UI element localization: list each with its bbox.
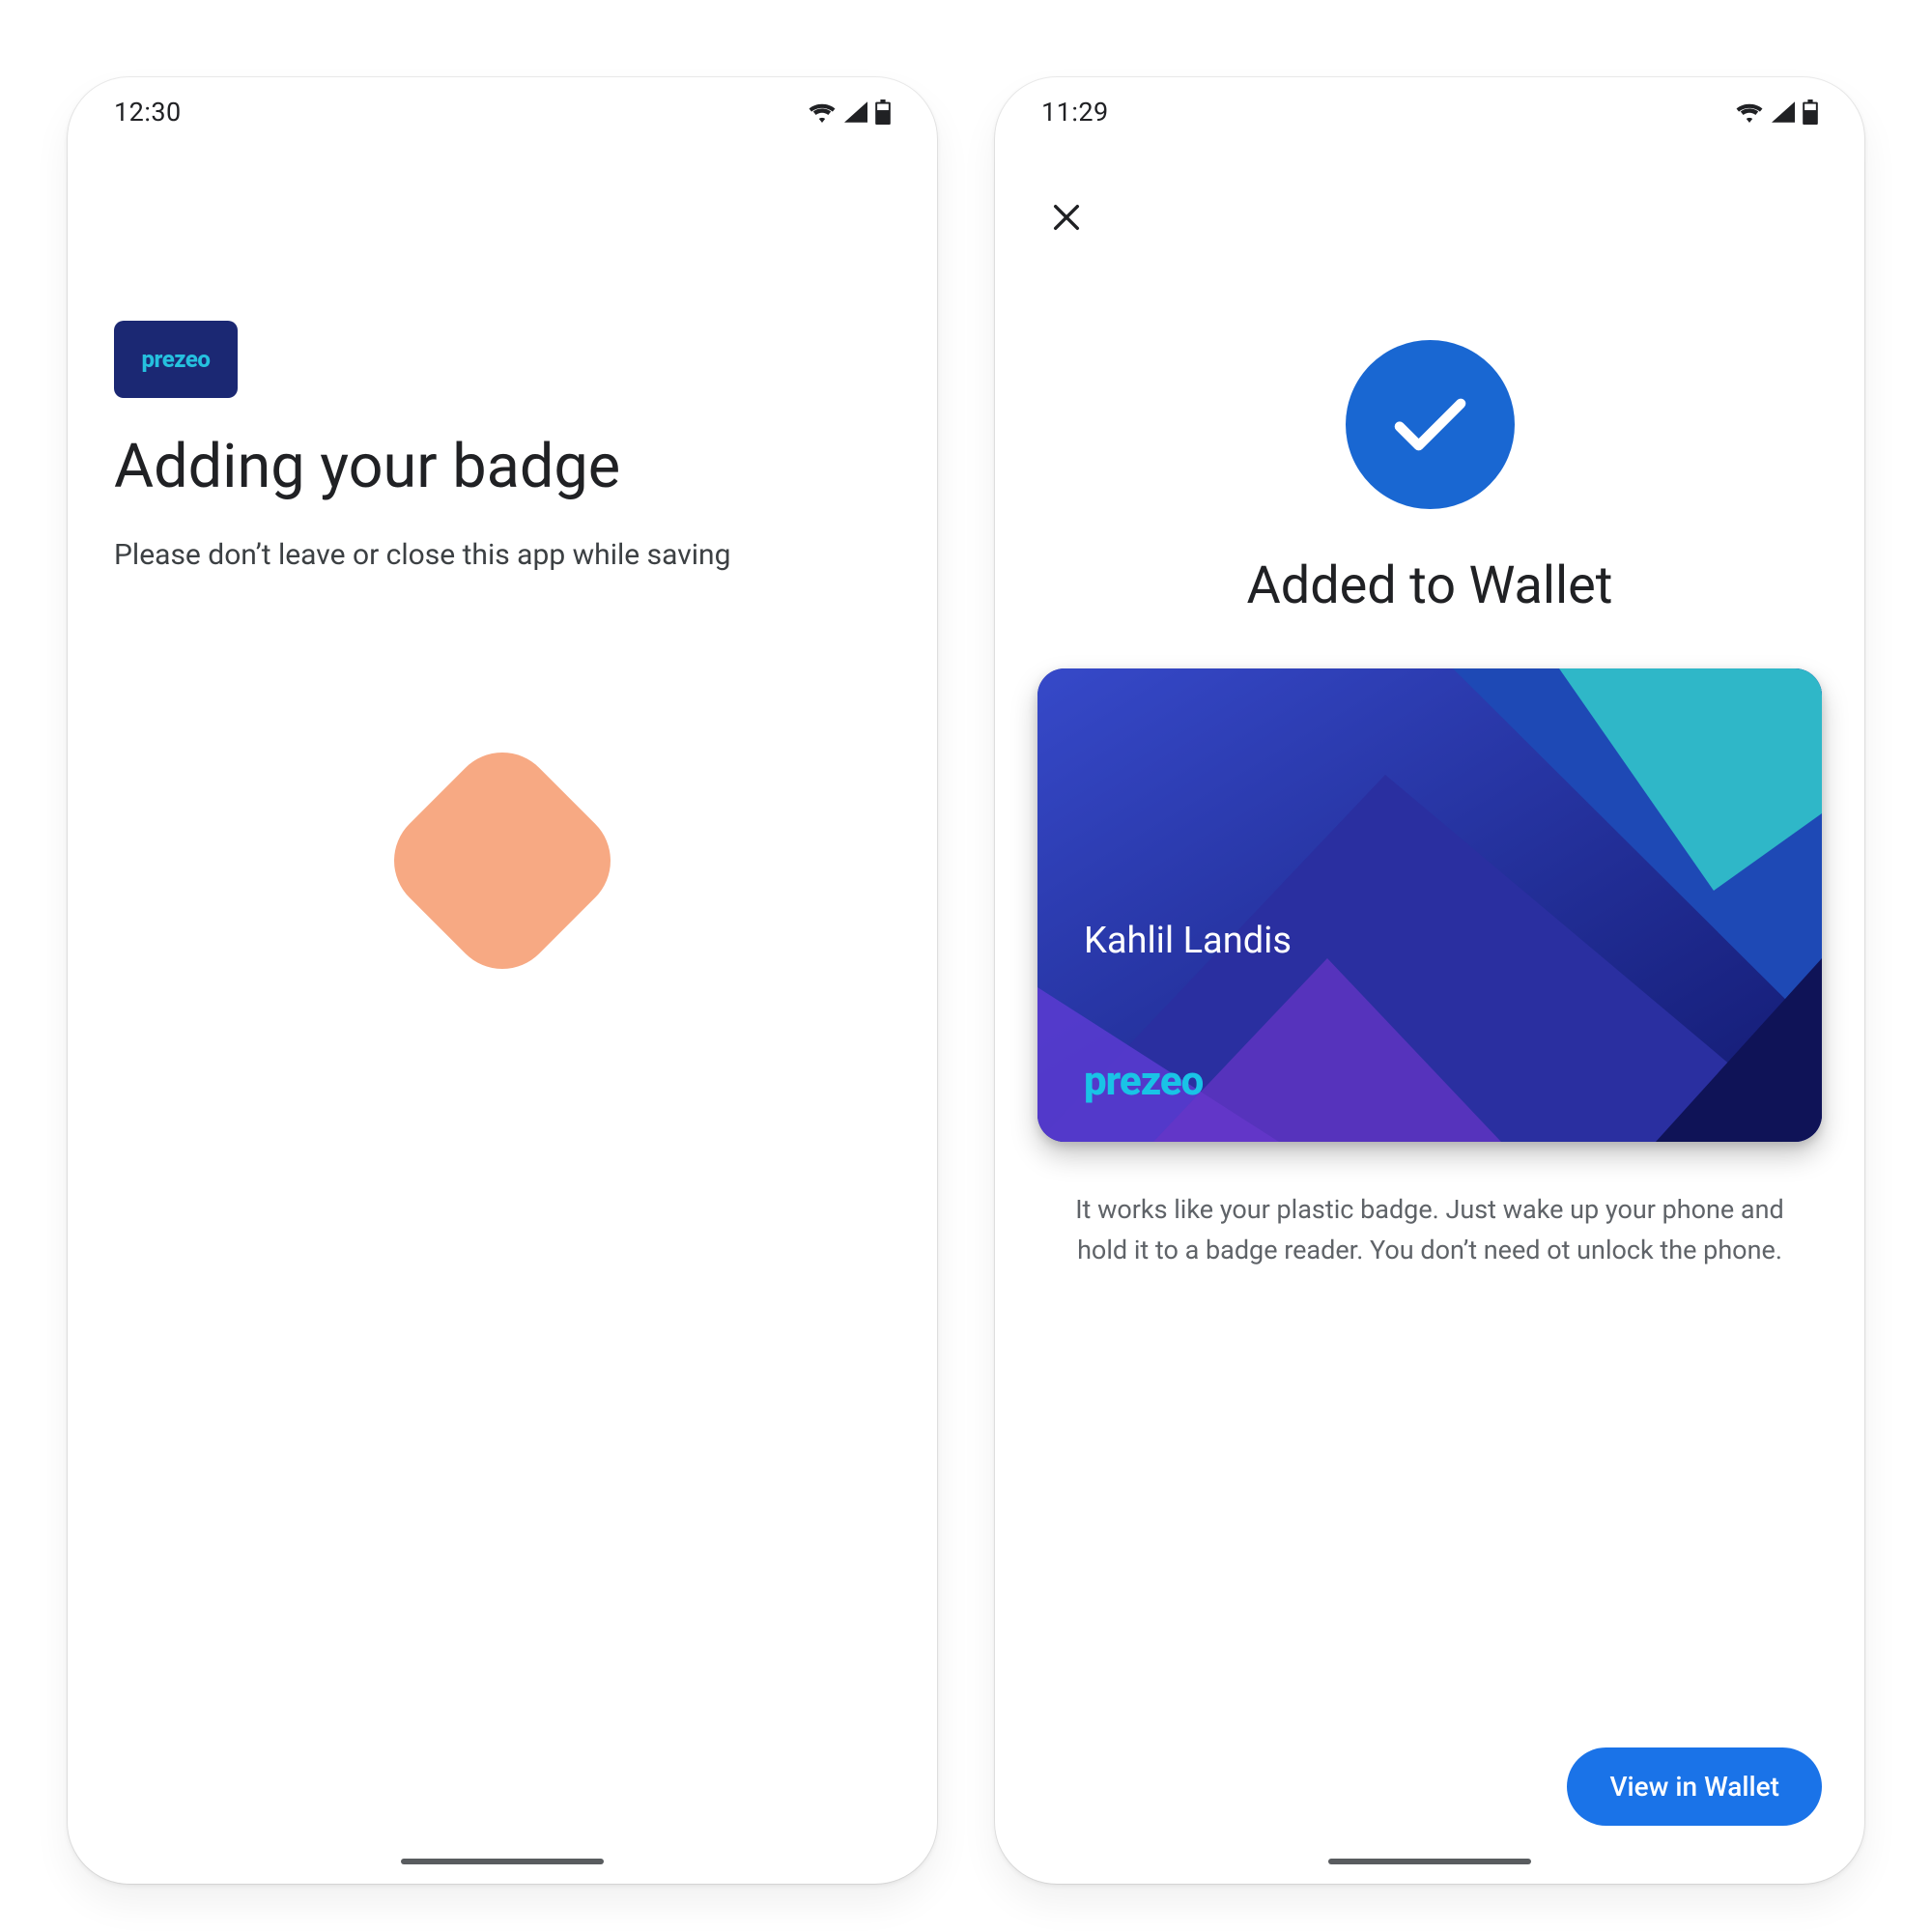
home-indicator[interactable]	[401, 1859, 604, 1864]
brand-chip-label: prezeo	[142, 346, 211, 373]
description-text: It works like your plastic badge. Just w…	[1053, 1190, 1806, 1271]
cell-signal-icon	[844, 101, 867, 123]
page-title: Added to Wallet	[1247, 555, 1613, 616]
home-indicator[interactable]	[1328, 1859, 1531, 1864]
brand-chip: prezeo	[114, 321, 238, 398]
card-holder-name: Kahlil Landis	[1084, 920, 1292, 962]
battery-icon	[1803, 99, 1818, 125]
cell-signal-icon	[1772, 101, 1795, 123]
phone-frame-loading: 12:30 prezeo Adding your badge Please do…	[68, 77, 937, 1884]
status-bar: 11:29	[995, 77, 1864, 147]
card-brand: prezeo	[1084, 1058, 1203, 1105]
status-bar: 12:30	[68, 77, 937, 147]
wifi-icon	[808, 101, 837, 123]
close-icon	[1050, 201, 1083, 237]
loading-spinner-icon	[373, 731, 633, 991]
page-title: Adding your badge	[114, 433, 891, 502]
success-check-icon	[1346, 340, 1515, 509]
status-time: 11:29	[1041, 97, 1109, 128]
status-time: 12:30	[114, 97, 182, 128]
wallet-card[interactable]: Kahlil Landis prezeo	[1037, 668, 1822, 1142]
battery-icon	[875, 99, 891, 125]
close-button[interactable]	[1039, 191, 1094, 245]
phone-frame-success: 11:29	[995, 77, 1864, 1884]
view-in-wallet-button[interactable]: View in Wallet	[1567, 1747, 1822, 1826]
page-subtitle: Please don’t leave or close this app whi…	[114, 535, 891, 576]
wifi-icon	[1735, 101, 1764, 123]
